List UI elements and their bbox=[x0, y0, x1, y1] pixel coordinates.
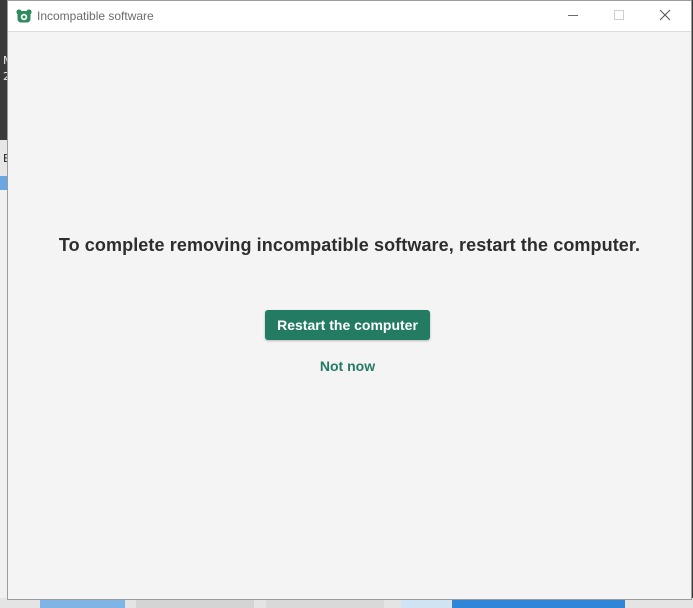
close-button[interactable] bbox=[642, 1, 688, 32]
close-icon bbox=[659, 8, 671, 26]
window-title: Incompatible software bbox=[37, 9, 154, 23]
dialog-window: Incompatible software To complete removi… bbox=[7, 0, 692, 600]
minimize-icon bbox=[567, 8, 579, 26]
title-bar[interactable]: Incompatible software bbox=[8, 1, 691, 32]
maximize-icon bbox=[613, 8, 625, 26]
maximize-button[interactable] bbox=[596, 1, 642, 32]
app-icon bbox=[16, 9, 32, 23]
not-now-button[interactable]: Not now bbox=[300, 356, 395, 376]
minimize-button[interactable] bbox=[550, 1, 596, 32]
restart-computer-button[interactable]: Restart the computer bbox=[265, 310, 430, 340]
restart-message: To complete removing incompatible softwa… bbox=[58, 235, 641, 255]
